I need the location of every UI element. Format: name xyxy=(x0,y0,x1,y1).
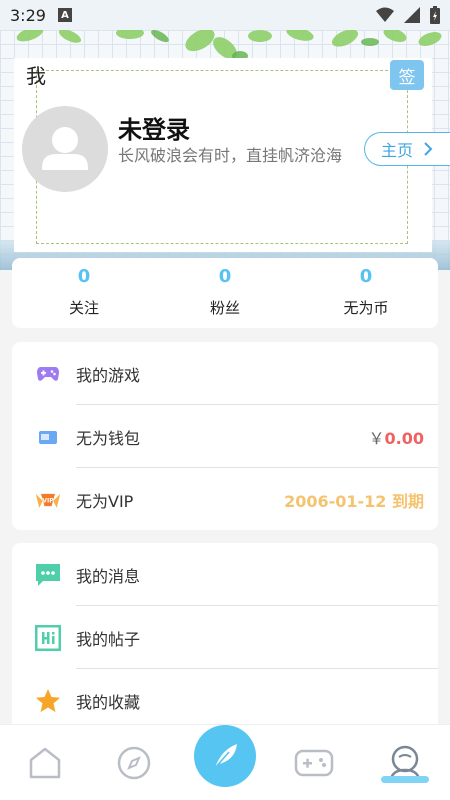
vip-expiry: 2006-01-12 到期 xyxy=(284,491,424,511)
user-name[interactable]: 未登录 xyxy=(118,110,190,145)
stat-follow[interactable]: 0 关注 xyxy=(14,266,154,318)
status-time: 3:29 xyxy=(10,5,46,25)
gamepad-icon xyxy=(34,360,62,388)
nav-discover[interactable] xyxy=(106,735,162,791)
avatar[interactable] xyxy=(22,106,108,192)
stat-value: 0 xyxy=(359,266,373,287)
message-icon xyxy=(34,561,62,589)
wallet-icon xyxy=(34,423,62,451)
menu-label: 我的消息 xyxy=(76,566,141,586)
post-icon xyxy=(34,624,62,652)
wallet-balance: ￥0.00 xyxy=(369,425,425,449)
menu-label: 无为钱包 xyxy=(76,428,141,448)
chevron-right-icon xyxy=(424,142,433,156)
menu-card-account: 我的游戏 无为钱包 ￥0.00 VIP 无为VIP 2006-01-12 到期 xyxy=(12,342,438,530)
homepage-button[interactable]: 主页 xyxy=(364,132,450,166)
menu-item-messages[interactable]: 我的消息 xyxy=(12,543,438,606)
menu-item-wallet[interactable]: 无为钱包 ￥0.00 xyxy=(12,405,438,468)
stat-value: 0 xyxy=(77,266,91,287)
stat-label: 粉丝 xyxy=(209,299,240,317)
sign-label: 签 xyxy=(398,67,416,88)
gamepad-icon xyxy=(294,749,334,777)
nav-home[interactable] xyxy=(17,735,73,791)
nav-games[interactable] xyxy=(286,735,342,791)
wifi-icon xyxy=(376,7,394,22)
menu-item-vip[interactable]: VIP 无为VIP 2006-01-12 到期 xyxy=(12,468,438,530)
stat-fans[interactable]: 0 粉丝 xyxy=(155,266,295,318)
nav-active-indicator xyxy=(381,776,429,783)
homepage-label: 主页 xyxy=(381,141,414,160)
nav-publish[interactable] xyxy=(194,725,256,787)
menu-label: 无为VIP xyxy=(76,491,134,511)
user-motto: 长风破浪会有时，直挂帆济沧海 xyxy=(118,146,343,165)
compass-icon xyxy=(117,746,151,780)
bottom-nav xyxy=(0,724,450,800)
menu-item-posts[interactable]: 我的帖子 xyxy=(12,606,438,669)
page-title: 我 xyxy=(26,64,46,88)
stat-label: 关注 xyxy=(68,299,99,317)
currency-symbol: ￥ xyxy=(368,428,385,448)
stats-card: 0 关注 0 粉丝 0 无为币 xyxy=(12,258,438,328)
menu-item-favorites[interactable]: 我的收藏 xyxy=(12,669,438,732)
feather-icon xyxy=(214,744,237,769)
user-avatar-icon xyxy=(42,127,88,170)
menu-item-games[interactable]: 我的游戏 xyxy=(12,342,438,405)
balance-amount: 0.00 xyxy=(384,428,424,448)
star-icon xyxy=(34,687,62,715)
sign-in-button[interactable]: 签 xyxy=(390,60,424,90)
menu-label: 我的帖子 xyxy=(76,629,141,649)
home-icon xyxy=(29,747,61,779)
menu-label: 我的收藏 xyxy=(76,692,141,712)
signal-icon xyxy=(404,7,420,23)
status-bar: 3:29 A xyxy=(0,0,450,30)
stat-label: 无为币 xyxy=(343,299,389,317)
menu-label: 我的游戏 xyxy=(76,365,141,385)
menu-card-activity: 我的消息 我的帖子 我的收藏 xyxy=(12,543,438,733)
stat-value: 0 xyxy=(218,266,232,287)
battery-icon xyxy=(430,6,440,24)
profile-card: 我 签 未登录 长风破浪会有时，直挂帆济沧海 主页 xyxy=(14,58,450,252)
notification-badge: A xyxy=(57,8,72,22)
svg-text:VIP: VIP xyxy=(42,497,54,504)
stat-coins[interactable]: 0 无为币 xyxy=(296,266,436,318)
vip-icon: VIP xyxy=(34,486,62,514)
